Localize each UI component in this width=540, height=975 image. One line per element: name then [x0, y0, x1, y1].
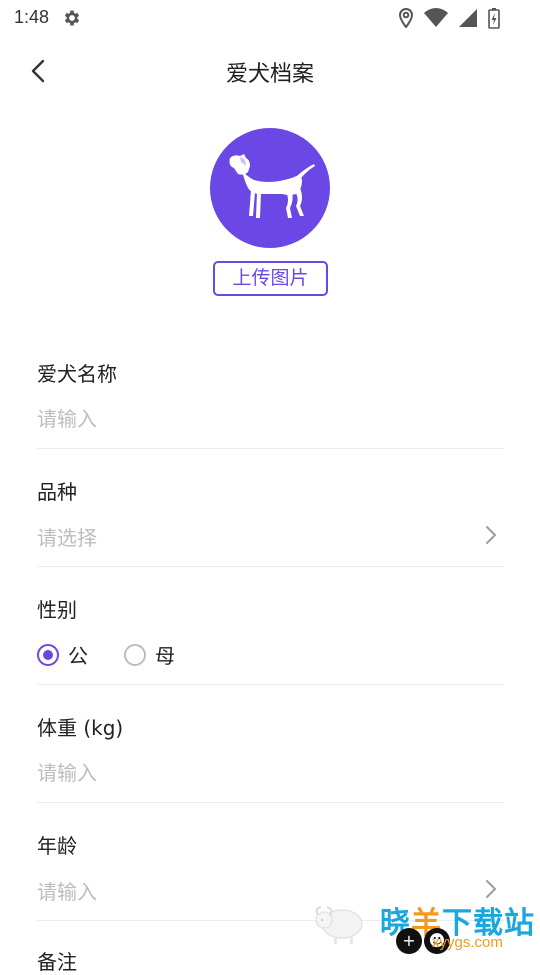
radio-unchecked-icon	[124, 643, 146, 666]
status-time: 1:48	[14, 7, 50, 27]
notes-label: 备注	[37, 950, 77, 974]
gender-option-male[interactable]: 公	[37, 640, 88, 669]
chevron-right-icon	[486, 526, 496, 544]
upload-image-button[interactable]: 上传图片	[213, 261, 328, 296]
age-select[interactable]: 请输入	[37, 876, 97, 905]
watermark-plus-icon: +	[396, 928, 422, 954]
signal-icon	[459, 9, 477, 27]
breed-section[interactable]: 品种 请选择	[37, 458, 504, 567]
gender-option-female[interactable]: 母	[124, 640, 175, 669]
gender-option-label: 公	[68, 644, 88, 668]
age-label: 年龄	[37, 834, 77, 858]
watermark: 晓羊下载站 + ☻ xyygs.com	[310, 892, 540, 960]
radio-checked-icon	[37, 643, 59, 666]
gender-section: 性别 公 母	[37, 576, 504, 685]
dog-name-input[interactable]	[37, 404, 467, 434]
weight-input[interactable]	[37, 758, 467, 788]
battery-charging-icon	[488, 8, 500, 29]
gender-option-label: 母	[155, 644, 175, 668]
dog-name-label: 爱犬名称	[37, 362, 117, 386]
gender-label: 性别	[37, 598, 77, 622]
breed-label: 品种	[37, 480, 77, 504]
avatar[interactable]	[210, 128, 330, 248]
weight-section: 体重 (kg)	[37, 694, 504, 803]
dog-icon	[229, 154, 315, 218]
header: 爱犬档案	[0, 44, 540, 98]
settings-gear-icon	[64, 10, 80, 26]
sheep-logo-icon	[315, 906, 363, 944]
location-icon	[398, 8, 414, 28]
status-icons	[398, 7, 500, 29]
status-bar: 1:48	[0, 0, 540, 36]
page-title: 爱犬档案	[225, 62, 314, 87]
wifi-icon	[424, 8, 448, 27]
dog-name-section: 爱犬名称	[37, 340, 504, 449]
breed-select[interactable]: 请选择	[37, 522, 97, 551]
watermark-url: xyygs.com	[432, 934, 503, 951]
weight-label: 体重 (kg)	[37, 716, 124, 740]
gender-radio-group: 公 母	[37, 640, 211, 669]
